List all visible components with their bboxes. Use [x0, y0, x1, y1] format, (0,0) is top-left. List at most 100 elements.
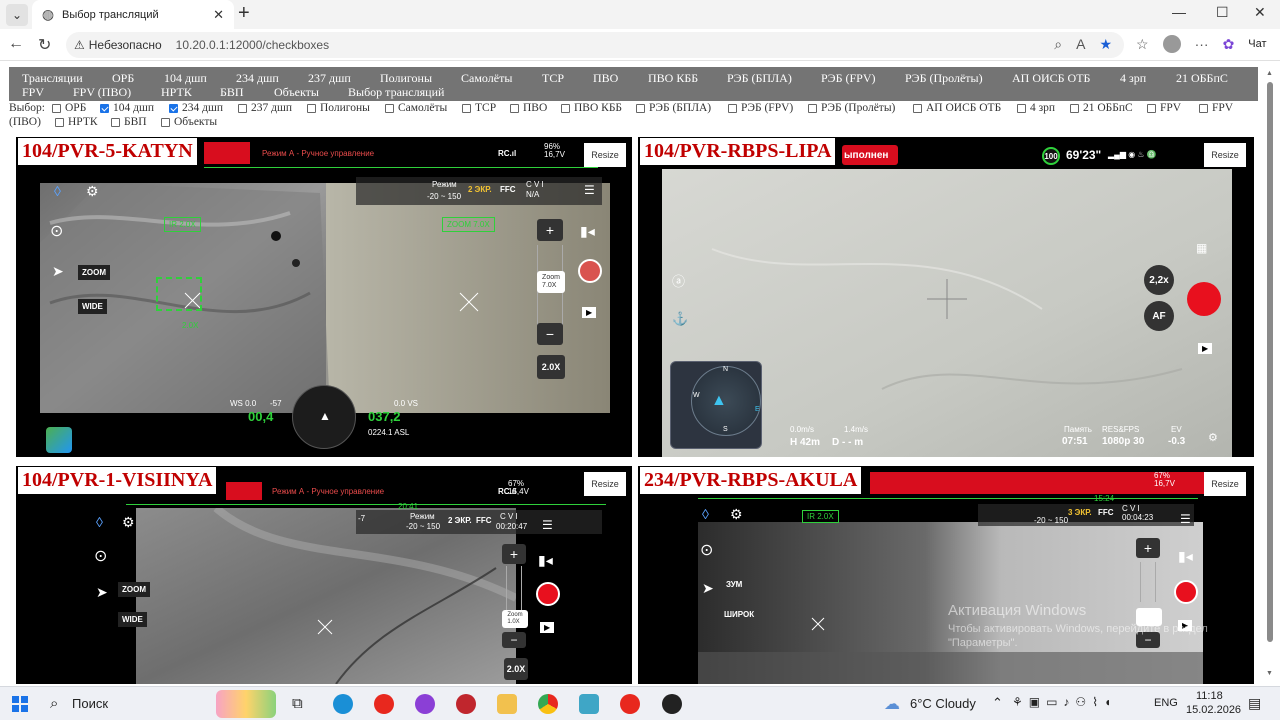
task-view-icon[interactable]: ⧉: [292, 695, 303, 712]
resize-button[interactable]: Resize: [584, 472, 626, 496]
zoom-mode-label[interactable]: ZOOM: [118, 582, 150, 597]
zoom-mode-label[interactable]: ЗУМ: [726, 580, 742, 589]
minimize-icon[interactable]: —: [1172, 4, 1186, 20]
filter-checkbox[interactable]: ПВО: [510, 102, 547, 114]
close-tab-icon[interactable]: ✕: [213, 7, 224, 23]
nav-link[interactable]: 234 дшп: [236, 71, 279, 86]
zoom-slider[interactable]: [506, 566, 522, 610]
nav-link[interactable]: НРТК: [161, 85, 192, 100]
filter-checkbox[interactable]: ОРБ: [52, 102, 86, 114]
url-text[interactable]: 10.20.0.1:12000/checkboxes: [176, 38, 329, 52]
video-camera-icon[interactable]: ▮◂: [580, 223, 595, 240]
nav-link[interactable]: Полигоны: [380, 71, 432, 86]
browser-tab-active[interactable]: ◍ Выбор трансляций ✕: [32, 0, 234, 29]
nav-link[interactable]: 4 зрп: [1120, 71, 1146, 86]
landing-icon[interactable]: ⚓: [672, 311, 688, 327]
language-indicator[interactable]: ENG: [1154, 697, 1178, 709]
filter-checkbox[interactable]: ПВО КББ: [561, 102, 622, 114]
zoom-level-button[interactable]: 2,2x: [1144, 265, 1174, 295]
map-pin-icon[interactable]: ⊙: [94, 546, 107, 566]
settings-sliders-icon[interactable]: ☰: [542, 518, 553, 532]
windows-start-icon[interactable]: [12, 696, 28, 712]
profile-avatar[interactable]: [1162, 35, 1181, 53]
filter-checkbox[interactable]: НРТК: [55, 116, 98, 128]
resize-button[interactable]: Resize: [1204, 472, 1246, 496]
tray-chevron-icon[interactable]: ⌃: [992, 695, 1003, 711]
playback-icon[interactable]: ▶: [1198, 343, 1213, 354]
file-explorer-icon[interactable]: [497, 694, 517, 714]
tab-actions-chevron-icon[interactable]: ⌄: [6, 4, 28, 26]
record-button[interactable]: [1174, 580, 1198, 604]
nav-link[interactable]: Выбор трансляций: [348, 85, 444, 100]
new-tab-plus-icon[interactable]: +: [238, 2, 250, 25]
favorites-icon[interactable]: ☆: [1136, 36, 1149, 53]
yandex-browser-icon[interactable]: [620, 694, 640, 714]
ir-zoom-value[interactable]: 2.0X: [537, 355, 565, 379]
video-camera-icon[interactable]: ▮◂: [1178, 548, 1193, 565]
weather-text[interactable]: 6°C Cloudy: [910, 696, 976, 711]
nav-link[interactable]: ПВО: [593, 71, 618, 86]
filter-checkbox[interactable]: АП ОИСБ ОТБ: [913, 102, 1001, 114]
radar-minimap[interactable]: ▲ N W E S: [670, 361, 762, 449]
zoom-out-button[interactable]: −: [537, 323, 563, 345]
nav-link[interactable]: 21 ОББпС: [1176, 71, 1228, 86]
wide-mode-label[interactable]: WIDE: [78, 299, 107, 314]
maps-app-icon[interactable]: [46, 427, 72, 453]
nav-link[interactable]: ПВО КББ: [648, 71, 698, 86]
cloud-weather-icon[interactable]: ☁: [884, 694, 900, 714]
zoom-in-button[interactable]: +: [1136, 538, 1160, 558]
nav-link[interactable]: РЭБ (Пролёты): [905, 71, 983, 86]
search-icon[interactable]: ⌕: [50, 695, 58, 712]
read-aloud-icon[interactable]: A: [1076, 36, 1085, 53]
nav-link[interactable]: ОРБ: [112, 71, 134, 86]
notification-icon[interactable]: ▤: [1248, 695, 1261, 712]
security-label[interactable]: Небезопасно: [89, 38, 162, 52]
camera-settings-icon[interactable]: ⚙: [1208, 431, 1218, 444]
stream-panel[interactable]: 104/PVR-5-KATYN Режим А - Ручное управле…: [16, 137, 632, 457]
back-arrow-icon[interactable]: ←: [8, 35, 24, 53]
more-menu-icon[interactable]: ···: [1195, 36, 1209, 52]
filter-checkbox[interactable]: FPV: [1147, 102, 1181, 114]
zoom-slider[interactable]: [1140, 562, 1156, 602]
notes-app-icon[interactable]: [579, 694, 599, 714]
nav-link[interactable]: FPV: [22, 85, 44, 100]
favorite-star-icon[interactable]: ★: [1099, 36, 1112, 53]
filter-checkbox[interactable]: Полигоны: [307, 102, 370, 114]
play-icon[interactable]: ▶: [540, 622, 555, 633]
resize-button[interactable]: Resize: [584, 143, 626, 167]
refresh-icon[interactable]: ↻: [38, 35, 51, 55]
filter-checkbox[interactable]: FPV: [1199, 102, 1233, 114]
search-highlight-icon[interactable]: [216, 690, 276, 718]
ir-zoom-value[interactable]: 2.0X: [504, 658, 528, 680]
filter-checkbox[interactable]: ТСР: [462, 102, 496, 114]
record-button[interactable]: [1187, 282, 1221, 316]
window-close-icon[interactable]: ✕: [1254, 4, 1266, 21]
stream-panel[interactable]: 104/PVR-RBPS-LIPA ыполнен 100 69'23" ▂▄▆…: [638, 137, 1254, 457]
nav-link[interactable]: ТСР: [542, 71, 564, 86]
url-field[interactable]: ⚠ Небезопасно 10.20.0.1:12000/checkboxes…: [66, 32, 1124, 58]
nav-link[interactable]: FPV (ПВО): [73, 85, 131, 100]
stream-panel[interactable]: 104/PVR-1-VISIINYA Режим А - Ручное упра…: [16, 466, 632, 684]
settings-sliders-icon[interactable]: ☰: [1180, 512, 1191, 526]
nav-link[interactable]: БВП: [220, 85, 244, 100]
filter-checkbox[interactable]: 21 ОББпС: [1070, 102, 1133, 114]
page-scrollbar[interactable]: ▲ ▼: [1266, 70, 1274, 682]
map-pin-icon[interactable]: ⊙: [50, 221, 63, 241]
chrome-icon[interactable]: [538, 694, 558, 714]
maximize-icon[interactable]: ☐: [1216, 4, 1229, 21]
nav-link[interactable]: РЭБ (БПЛА): [727, 71, 792, 86]
zoom-out-button[interactable]: −: [502, 632, 526, 648]
accessory-icon[interactable]: ⓐ: [672, 271, 685, 290]
taskbar-search[interactable]: Поиск: [72, 696, 108, 711]
play-icon[interactable]: ▶: [582, 307, 597, 318]
filter-checkbox[interactable]: 234 дшп: [169, 102, 223, 114]
clock-time[interactable]: 11:18: [1196, 690, 1223, 702]
tray-icons[interactable]: ⚘▣▭♪⚇⌇◖: [1012, 695, 1117, 709]
settings-sliders-icon[interactable]: ☰: [584, 183, 595, 197]
gallery-icon[interactable]: ▦: [1196, 241, 1207, 255]
filter-checkbox[interactable]: Объекты: [161, 116, 217, 128]
nav-link[interactable]: 104 дшп: [164, 71, 207, 86]
nav-link[interactable]: Объекты: [274, 85, 319, 100]
filter-checkbox[interactable]: РЭБ (Пролёты): [808, 102, 895, 114]
filter-checkbox[interactable]: 4 зрп: [1017, 102, 1055, 114]
